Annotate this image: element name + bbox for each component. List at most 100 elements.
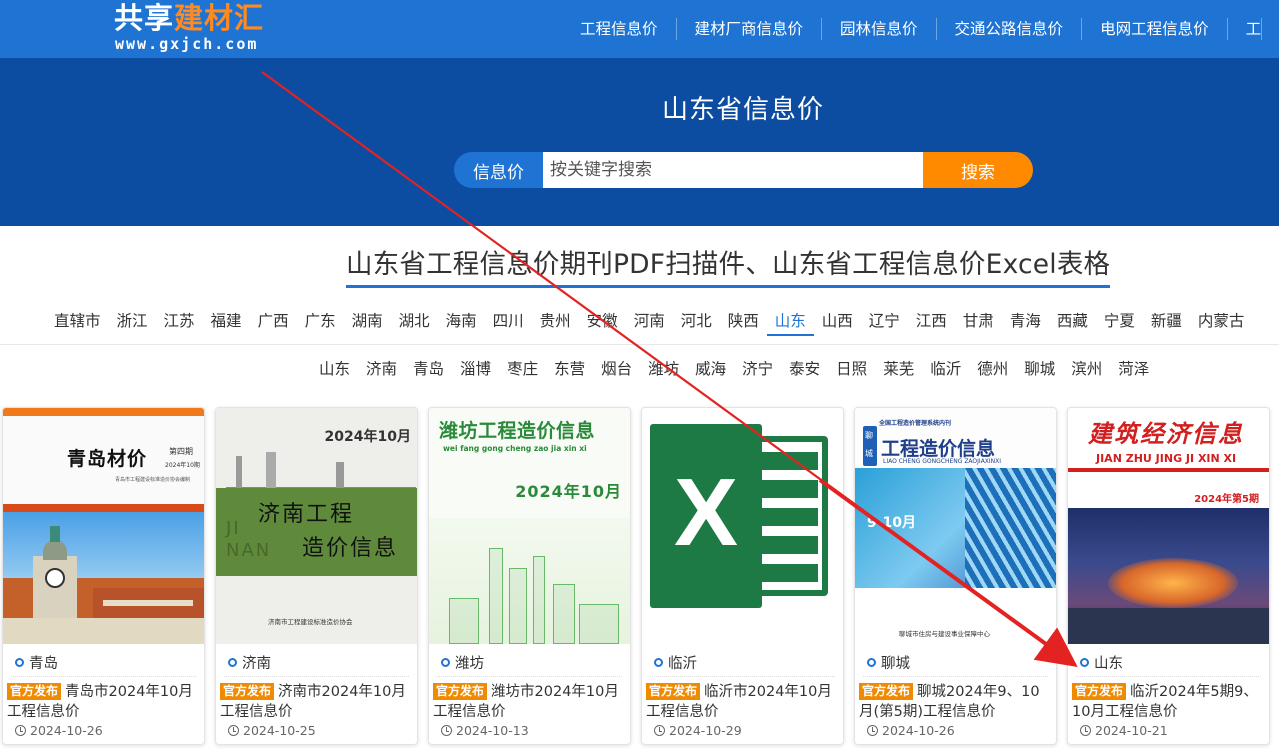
card-city-label: 临沂 [654,652,697,673]
section-title: 山东省工程信息价期刊PDF扫描件、山东省工程信息价Excel表格 [346,242,1111,288]
city-tab[interactable]: 济南 [358,356,405,382]
province-tab[interactable]: 江苏 [156,308,203,336]
card-date-text: 2024-10-13 [456,723,529,738]
city-tab[interactable]: 枣庄 [499,356,546,382]
card-divider [650,676,835,677]
province-tab[interactable]: 陕西 [720,308,767,336]
topnav-item[interactable]: 建材厂商信息价 [677,18,823,40]
province-tab[interactable]: 广西 [250,308,297,336]
city-tab[interactable]: 东营 [546,356,593,382]
province-tab[interactable]: 四川 [485,308,532,336]
province-tab[interactable]: 福建 [203,308,250,336]
province-tab[interactable]: 西藏 [1049,308,1096,336]
province-tab[interactable]: 湖南 [344,308,391,336]
topnav-item[interactable]: 园林信息价 [822,18,937,40]
publication-card[interactable]: 潍坊工程造价信息 wei fang gong cheng zao jia xin… [428,407,631,745]
topnav-item[interactable]: 电网工程信息价 [1082,18,1228,40]
publication-card[interactable]: 2024年10月 济南工程 造价信息 JI NAN 济南市工程建设标准造价协会济… [215,407,418,745]
city-tab[interactable]: 菏泽 [1110,356,1157,382]
search-button[interactable]: 搜索 [923,152,1033,188]
card-date-text: 2024-10-26 [30,723,103,738]
clock-icon [15,725,26,736]
city-tab[interactable]: 莱芜 [875,356,922,382]
card-cover-image[interactable]: X [642,408,843,644]
city-tab[interactable]: 淄博 [452,356,499,382]
province-tab[interactable]: 河北 [673,308,720,336]
province-tab[interactable]: 内蒙古 [1190,308,1253,336]
publication-card[interactable]: 全国工程造价管理系统内刊 聊 城 工程造价信息 LIAO CHENG GONGC… [854,407,1057,745]
province-tab[interactable]: 宁夏 [1096,308,1143,336]
province-tab[interactable]: 安徽 [579,308,626,336]
card-cover-image[interactable]: 潍坊工程造价信息 wei fang gong cheng zao jia xin… [429,408,630,644]
city-tab[interactable]: 青岛 [405,356,452,382]
card-title-link[interactable]: 官方发布 济南市2024年10月工程信息价 [220,682,411,722]
logo-url: www.gxjch.com [115,35,259,53]
location-dot-icon [654,658,663,667]
province-tab[interactable]: 甘肃 [955,308,1002,336]
province-tab[interactable]: 辽宁 [861,308,908,336]
search-category-label[interactable]: 信息价 [454,152,543,188]
card-date: 2024-10-26 [15,723,103,738]
cover-issue: 9-10月 [867,515,917,531]
province-tab[interactable]: 河南 [626,308,673,336]
card-title-link[interactable]: 官方发布 聊城2024年9、10月(第5期)工程信息价 [859,682,1050,722]
province-tab[interactable]: 山西 [814,308,861,336]
location-dot-icon [1080,658,1089,667]
card-cover-image[interactable]: 青岛材价 第四期 2024年10期 青岛市工程建设标准造价协会编制 青岛 [3,408,204,644]
province-tab[interactable]: 山东 [766,308,814,336]
city-tab[interactable]: 日照 [828,356,875,382]
city-tab[interactable]: 临沂 [922,356,969,382]
card-title-link[interactable]: 官方发布 临沂市2024年10月工程信息价 [646,682,837,722]
search-bar: 信息价 搜索 [454,152,1033,188]
card-cover-image[interactable]: 建筑经济信息 JIAN ZHU JING JI XIN XI 2024年第5期 [1068,408,1269,644]
city-tab[interactable]: 泰安 [781,356,828,382]
topnav-item[interactable]: 交通公路信息价 [937,18,1083,40]
card-city-label: 潍坊 [441,652,484,673]
cover-date: 2024年10月 [515,482,622,501]
city-tab[interactable]: 滨州 [1063,356,1110,382]
top-bar: 共享建材汇 www.gxjch.com 工程信息价 建材厂商信息价 园林信息价 交通公… [0,0,1279,58]
province-tab[interactable]: 青海 [1002,308,1049,336]
card-city-text: 青岛 [29,656,58,672]
province-tab[interactable]: 广东 [297,308,344,336]
topnav-item[interactable]: 工程信息价 [562,18,677,40]
city-tab[interactable]: 山东 [311,356,358,382]
cover-pinyin: wei fang gong cheng zao jia xin xi [443,444,587,453]
province-tab[interactable]: 海南 [438,308,485,336]
city-tab[interactable]: 济宁 [734,356,781,382]
site-logo[interactable]: 共享建材汇 www.gxjch.com [114,0,294,58]
cover-pinyin: LIAO CHENG GONGCHENG ZAOJIAXINXI [883,458,1002,465]
province-tab[interactable]: 浙江 [109,308,156,336]
topnav-item[interactable]: 工 [1228,18,1263,40]
cover-logo-top: 聊 [865,431,873,440]
cover-title: 青岛材价 [67,448,148,470]
card-cover-image[interactable]: 全国工程造价管理系统内刊 聊 城 工程造价信息 LIAO CHENG GONGC… [855,408,1056,644]
card-divider [863,676,1048,677]
publication-card[interactable]: 青岛材价 第四期 2024年10期 青岛市工程建设标准造价协会编制 青岛 青岛官… [2,407,205,745]
publication-card[interactable]: 建筑经济信息 JIAN ZHU JING JI XIN XI 2024年第5期 … [1067,407,1270,745]
province-tab[interactable]: 新疆 [1143,308,1190,336]
card-cover-image[interactable]: 2024年10月 济南工程 造价信息 JI NAN 济南市工程建设标准造价协会 [216,408,417,644]
cover-title: 工程造价信息 [881,438,996,460]
card-city-label: 山东 [1080,652,1123,673]
card-title-link[interactable]: 官方发布 临沂2024年5期9、10月工程信息价 [1072,682,1263,722]
cover-title: 建筑经济信息 [1088,419,1244,448]
card-title-link[interactable]: 官方发布 青岛市2024年10月工程信息价 [7,682,198,722]
card-title-link[interactable]: 官方发布 潍坊市2024年10月工程信息价 [433,682,624,722]
province-tab[interactable]: 江西 [908,308,955,336]
cover-publisher: 青岛市工程建设标准造价协会编制 [115,477,191,483]
province-tab[interactable]: 直辖市 [46,308,109,336]
city-tab[interactable]: 聊城 [1016,356,1063,382]
city-tab[interactable]: 潍坊 [640,356,687,382]
city-tab[interactable]: 德州 [969,356,1016,382]
clock-icon [867,725,878,736]
city-tab[interactable]: 烟台 [593,356,640,382]
province-tab[interactable]: 贵州 [532,308,579,336]
publication-card[interactable]: X 临沂 官方发布 临沂市2024年10月工程信息价 2024-10-29 [641,407,844,745]
cover-header: 全国工程造价管理系统内刊 [879,420,952,427]
search-input[interactable] [543,152,923,188]
cover-watermark: JI NAN [226,518,272,561]
province-filter: 直辖市 浙江 江苏 福建 广西 广东 湖南 湖北 海南 四川 贵州 安徽 河南 河北 陕西 山东 山西 辽宁 江西甘… [46,308,1252,336]
city-tab[interactable]: 威海 [687,356,734,382]
province-tab[interactable]: 湖北 [391,308,438,336]
